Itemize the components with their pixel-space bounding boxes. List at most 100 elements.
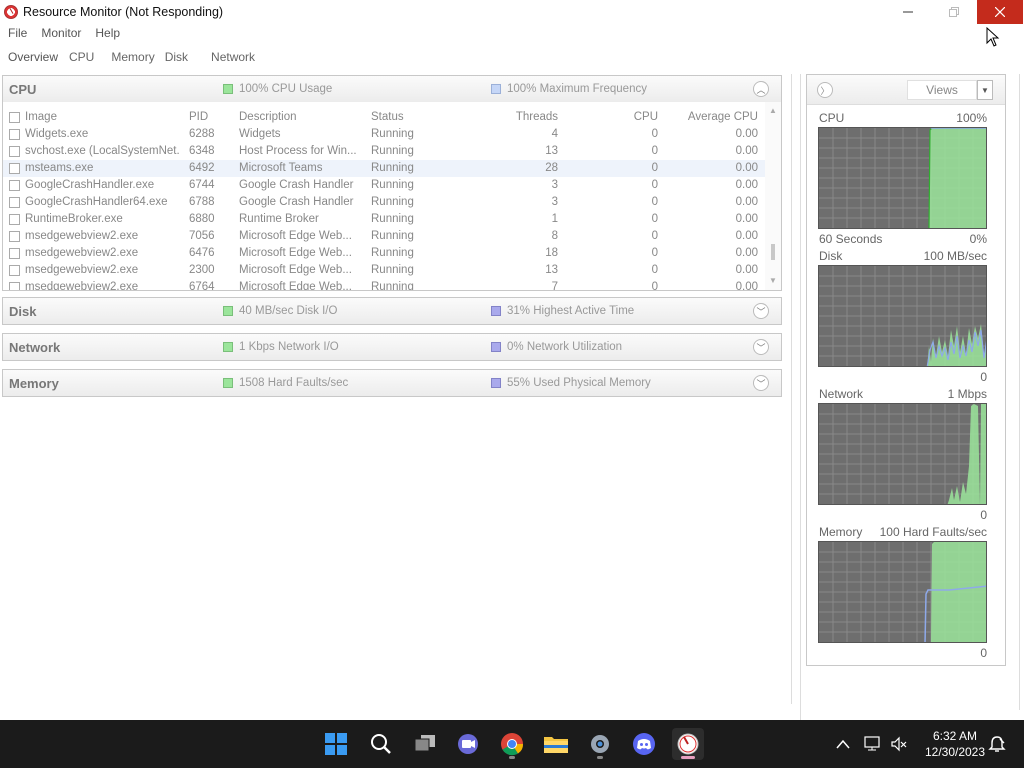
process-image: GoogleCrashHandler.exe — [25, 179, 155, 191]
row-checkbox[interactable] — [9, 282, 20, 290]
table-row[interactable]: msedgewebview2.exe 2300 Microsoft Edge Web… — [3, 262, 767, 279]
process-cpu: 0 — [651, 247, 658, 259]
row-checkbox[interactable] — [9, 163, 20, 174]
scroll-down-icon[interactable]: ▼ — [769, 276, 777, 285]
maximize-button[interactable] — [931, 0, 977, 24]
disk-section-header[interactable]: Disk 40 MB/sec Disk I/O 31% Highest Acti… — [2, 297, 782, 325]
process-average-cpu: 0.00 — [735, 145, 758, 157]
process-status: Running — [371, 247, 414, 259]
metric-label: 55% Used Physical Memory — [507, 377, 651, 389]
table-row[interactable]: GoogleCrashHandler64.exe 6788 Google Crash… — [3, 194, 767, 211]
legend-swatch — [223, 84, 233, 94]
tab-cpu[interactable]: CPU — [69, 46, 94, 68]
cpu-section-header[interactable]: CPU 100% CPU Usage 100% Maximum Frequenc… — [2, 75, 782, 103]
process-image: msteams.exe — [25, 162, 94, 174]
table-row[interactable]: msedgewebview2.exe 6476 Microsoft Edge Web… — [3, 245, 767, 262]
search-button[interactable] — [365, 728, 397, 760]
table-row[interactable]: RuntimeBroker.exe 6880 Runtime Broker Runni… — [3, 211, 767, 228]
memory-graph — [818, 541, 987, 643]
process-image: GoogleCrashHandler64.exe — [25, 196, 168, 208]
close-button[interactable] — [977, 0, 1023, 24]
network-section-header[interactable]: Network 1 Kbps Network I/O 0% Network Ut… — [2, 333, 782, 361]
tab-overview[interactable]: Overview — [8, 46, 58, 68]
process-description: Microsoft Teams — [239, 162, 323, 174]
process-threads: 3 — [551, 179, 558, 191]
expand-chevron-icon[interactable]: ﹀ — [753, 375, 769, 391]
process-description: Microsoft Edge Web... — [239, 264, 352, 276]
column-header-image[interactable]: Image — [25, 111, 180, 123]
network-graph-min: 0 — [980, 508, 987, 522]
column-header-cpu[interactable]: CPU — [563, 111, 658, 123]
views-dropdown-icon[interactable]: ▼ — [977, 80, 993, 100]
row-checkbox[interactable] — [9, 180, 20, 191]
row-checkbox[interactable] — [9, 146, 20, 157]
active-indicator — [681, 756, 695, 759]
resource-monitor-taskbar-button[interactable] — [672, 728, 704, 760]
discord-button[interactable] — [628, 728, 660, 760]
notification-bell-icon[interactable] — [988, 735, 1006, 753]
table-row[interactable]: svchost.exe (LocalSystemNet... 6348 Host P… — [3, 143, 767, 160]
panel-splitter[interactable] — [791, 74, 792, 704]
process-average-cpu: 0.00 — [735, 213, 758, 225]
row-checkbox[interactable] — [9, 197, 20, 208]
metric-label: 1 Kbps Network I/O — [239, 341, 339, 353]
hard-faults-metric: 1508 Hard Faults/sec — [223, 377, 348, 389]
table-row[interactable]: msedgewebview2.exe 7056 Microsoft Edge Web… — [3, 228, 767, 245]
process-cpu: 0 — [651, 162, 658, 174]
start-button[interactable] — [320, 728, 352, 760]
row-checkbox[interactable] — [9, 265, 20, 276]
tab-memory[interactable]: Memory — [111, 46, 154, 68]
table-row[interactable]: Widgets.exe 6288 Widgets Running 4 0 0.00 — [3, 126, 767, 143]
settings-button[interactable] — [584, 728, 616, 760]
cpu-usage-metric: 100% CPU Usage — [223, 83, 332, 95]
process-description: Widgets — [239, 128, 281, 140]
menu-file[interactable]: File — [8, 24, 27, 42]
notifications[interactable] — [988, 720, 1006, 768]
row-checkbox[interactable] — [9, 214, 20, 225]
tab-network[interactable]: Network — [211, 46, 255, 68]
section-title: Memory — [9, 376, 59, 391]
select-all-checkbox[interactable] — [9, 112, 20, 123]
window-title: Resource Monitor (Not Responding) — [23, 5, 224, 19]
vertical-scrollbar[interactable]: ▲ ▼ — [765, 102, 781, 290]
tab-disk[interactable]: Disk — [165, 46, 188, 68]
row-checkbox[interactable] — [9, 129, 20, 140]
process-description: Google Crash Handler — [239, 196, 354, 208]
chrome-button[interactable] — [496, 728, 528, 760]
running-indicator — [509, 756, 515, 759]
table-row[interactable]: msteams.exe 6492 Microsoft Teams Running 28 0… — [3, 160, 767, 177]
process-cpu: 0 — [651, 281, 658, 291]
graphs-panel: 〉 Views ▼ CPU 100% 60 Seconds 0% Disk 10… — [806, 74, 1006, 666]
volume-muted-icon[interactable] — [890, 736, 908, 752]
column-header-average-cpu[interactable]: Average CPU — [663, 111, 758, 123]
process-pid: 7056 — [189, 230, 215, 242]
minimize-button[interactable] — [885, 0, 931, 24]
table-row[interactable]: GoogleCrashHandler.exe 6744 Google Crash H… — [3, 177, 767, 194]
process-pid: 6348 — [189, 145, 215, 157]
network-display-icon[interactable] — [864, 736, 882, 752]
task-view-button[interactable] — [409, 728, 441, 760]
column-header-threads[interactable]: Threads — [463, 111, 558, 123]
column-header-pid[interactable]: PID — [189, 111, 233, 123]
collapse-panel-arrow-icon[interactable]: 〉 — [817, 82, 833, 98]
file-explorer-button[interactable] — [540, 728, 572, 760]
row-checkbox[interactable] — [9, 231, 20, 242]
disk-graph-plot — [819, 266, 986, 366]
collapse-chevron-icon[interactable]: ︿ — [753, 81, 769, 97]
scroll-thumb[interactable] — [771, 244, 775, 260]
table-row[interactable]: msedgewebview2.exe 6764 Microsoft Edge Web… — [3, 279, 767, 291]
clock[interactable]: 6:32 AM 12/30/2023 — [920, 728, 990, 760]
views-button[interactable]: Views — [907, 80, 977, 100]
column-header-description[interactable]: Description — [239, 111, 359, 123]
show-hidden-icons-chevron-icon[interactable] — [836, 739, 850, 749]
menu-help[interactable]: Help — [95, 24, 120, 42]
scroll-up-icon[interactable]: ▲ — [769, 106, 777, 115]
column-header-status[interactable]: Status — [371, 111, 441, 123]
teams-chat-button[interactable] — [452, 728, 484, 760]
memory-section-header[interactable]: Memory 1508 Hard Faults/sec 55% Used Phy… — [2, 369, 782, 397]
expand-chevron-icon[interactable]: ﹀ — [753, 339, 769, 355]
menu-monitor[interactable]: Monitor — [41, 24, 81, 42]
row-checkbox[interactable] — [9, 248, 20, 259]
process-status: Running — [371, 128, 414, 140]
expand-chevron-icon[interactable]: ﹀ — [753, 303, 769, 319]
